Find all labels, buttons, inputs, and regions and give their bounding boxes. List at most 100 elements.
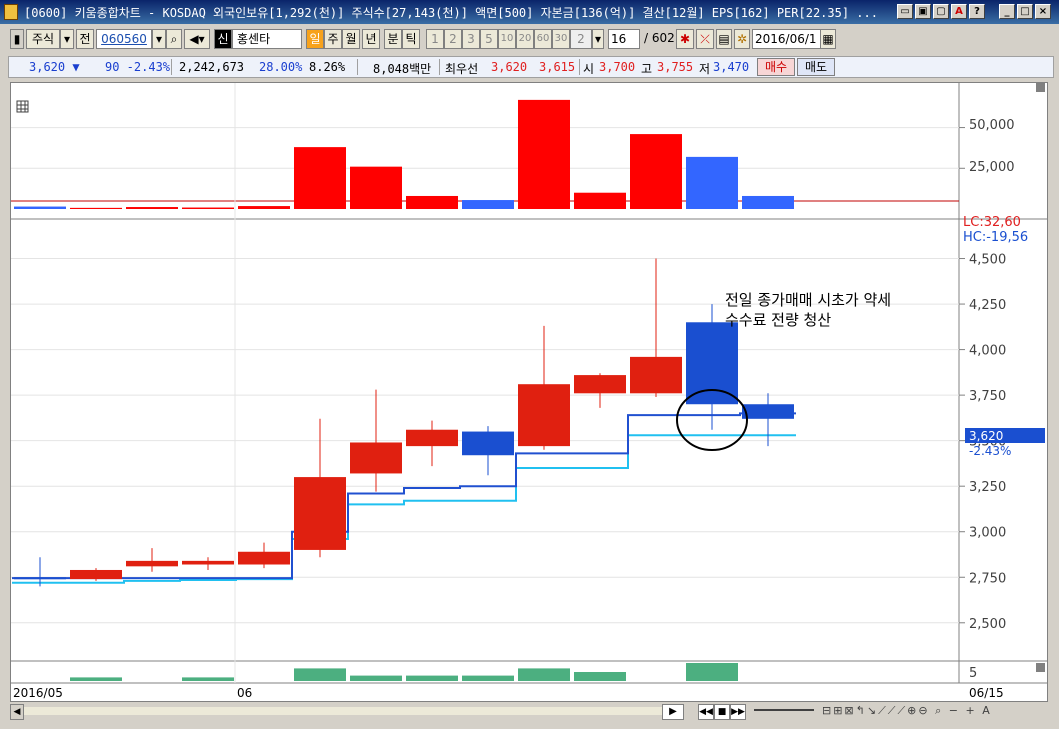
count-input[interactable]: 16 — [608, 29, 640, 49]
annotation-line-1: 전일 종가매매 시초가 약세 — [725, 291, 891, 309]
window-title-bar: [0600] 키움종합차트 - KOSDAQ 외국인보유[1,292(천)] 주… — [0, 0, 1059, 24]
interval-2[interactable]: 2 — [444, 29, 462, 49]
calendar-icon[interactable]: ▦ — [820, 29, 836, 49]
candle-body — [182, 560, 234, 565]
period-tick[interactable]: 틱 — [402, 29, 420, 49]
high-price: 3,755 — [657, 60, 694, 74]
price-tick-label: 4,250 — [969, 298, 1006, 313]
stock-code-input[interactable]: 060560 — [96, 29, 152, 49]
interval-3[interactable]: 3 — [462, 29, 480, 49]
prev-button[interactable]: 전 — [76, 29, 94, 49]
scroll-left-icon[interactable]: ◀ — [10, 704, 24, 720]
ratio-2: 8.26% — [309, 60, 346, 74]
interval-5[interactable]: 5 — [480, 29, 498, 49]
forward-icon[interactable]: ▶▶ — [730, 704, 746, 720]
panel-scroll-up-icon[interactable] — [1036, 83, 1045, 92]
tool-icon-1[interactable]: ✱ — [676, 29, 694, 49]
candle-body — [462, 431, 514, 456]
period-year[interactable]: 년 — [362, 29, 380, 49]
indicator-icon[interactable] — [16, 100, 29, 113]
period-minute[interactable]: 분 — [384, 29, 402, 49]
close-icon[interactable]: × — [1035, 4, 1051, 19]
top-volume-bar — [462, 200, 514, 209]
period-week[interactable]: 주 — [324, 29, 342, 49]
top-volume-bar — [518, 99, 570, 209]
sell-button[interactable]: 매도 — [797, 58, 835, 76]
candle-body — [742, 404, 794, 419]
candle-body — [294, 477, 346, 550]
best-ask: 3,620 — [491, 60, 528, 74]
zoom-slider[interactable] — [754, 709, 814, 711]
panel-scroll-icon-2[interactable] — [1036, 663, 1045, 672]
tool-icon-2[interactable]: ⤫ — [696, 29, 714, 49]
interval-1[interactable]: 1 — [426, 29, 444, 49]
top-volume-bar — [294, 147, 346, 209]
candle-body — [70, 569, 122, 580]
trade-volume: 2,242,673 — [179, 60, 245, 74]
bottom-indicator-bar — [518, 668, 570, 681]
price-tick-label: 4,500 — [969, 253, 1006, 268]
bottom-indicator-bar — [70, 677, 122, 681]
interval-20[interactable]: 20 — [516, 29, 534, 49]
top-volume-bar — [126, 207, 178, 209]
window-icon-1[interactable]: ▭ — [897, 4, 913, 19]
stop-icon[interactable]: ■ — [714, 704, 730, 720]
current-price: 3,620 ▼ — [29, 60, 80, 74]
quote-bar: 3,620 ▼ 90 -2.43% 2,242,673 28.00% 8.26%… — [8, 56, 1054, 78]
candle-body — [630, 356, 682, 394]
chart-area[interactable]: 4,5004,2504,0003,7503,5003,2503,0002,750… — [10, 82, 1048, 702]
top-volume-bar — [350, 166, 402, 209]
market-select[interactable]: 주식 — [26, 29, 60, 49]
bottom-indicator-bar — [686, 663, 738, 681]
toolbar: ▮ 주식 ▾ 전 060560 ▾ ⌕ ◀▾ 신 홍센타 일 주 월 년 분 틱… — [0, 26, 1059, 54]
code-dropdown-icon[interactable]: ▾ — [152, 29, 166, 49]
x-label-month-may: 2016/05 — [13, 686, 63, 700]
interval-10[interactable]: 10 — [498, 29, 516, 49]
period-day[interactable]: 일 — [306, 29, 324, 49]
candle-body — [574, 375, 626, 394]
total-count: / 602 — [644, 31, 675, 45]
best-bid: 3,615 — [539, 60, 576, 74]
low-label: 저 — [699, 62, 711, 76]
gear-icon[interactable]: ✲ — [734, 29, 750, 49]
ratio-1: 28.00% — [259, 60, 303, 74]
candle-body — [518, 384, 570, 447]
scroll-right-icon[interactable]: ▶ — [662, 704, 684, 720]
open-label: 시 — [583, 62, 595, 76]
chart-svg[interactable]: 4,5004,2504,0003,7503,5003,2503,0002,750… — [11, 83, 1047, 701]
open-price: 3,700 — [599, 60, 636, 74]
interval-30[interactable]: 30 — [552, 29, 570, 49]
h-scrollbar[interactable] — [24, 707, 664, 715]
interval-dropdown-icon[interactable]: ▾ — [592, 29, 604, 49]
rewind-icon[interactable]: ◀◀ — [698, 704, 714, 720]
search-icon[interactable]: ⌕ — [166, 29, 182, 49]
date-input[interactable]: 2016/06/1 — [752, 29, 822, 49]
print-icon[interactable]: A — [951, 4, 967, 19]
sound-icon[interactable]: ◀▾ — [184, 29, 210, 49]
period-month[interactable]: 월 — [342, 29, 360, 49]
maximize-icon[interactable]: □ — [1017, 4, 1033, 19]
tool-icon-3[interactable]: ▤ — [716, 29, 732, 49]
current-change-label: -2.43% — [969, 444, 1011, 458]
help-icon[interactable]: ? — [969, 4, 985, 19]
interval-custom[interactable]: 2 — [570, 29, 592, 49]
price-tick-label: 3,000 — [969, 526, 1006, 541]
drawing-tools[interactable]: ⊟⊞⊠↰↘⟋⟋⟋⊕⊖ ⌕ − + A — [822, 704, 1042, 718]
interval-60[interactable]: 60 — [534, 29, 552, 49]
app-icon — [4, 4, 18, 20]
window-icon-2[interactable]: ▣ — [915, 4, 931, 19]
window-title: [0600] 키움종합차트 - KOSDAQ 외국인보유[1,292(천)] 주… — [24, 6, 878, 20]
trade-amount: 8,048백만 — [373, 62, 432, 76]
candle-body — [238, 551, 290, 565]
candle-body — [350, 442, 402, 474]
top-volume-bar — [630, 134, 682, 209]
top-volume-bar — [574, 192, 626, 209]
market-dropdown-icon[interactable]: ▾ — [60, 29, 74, 49]
buy-button[interactable]: 매수 — [757, 58, 795, 76]
window-icon-3[interactable]: ▢ — [933, 4, 949, 19]
price-tick-label: 2,750 — [969, 571, 1006, 586]
minimize-icon[interactable]: _ — [999, 4, 1015, 19]
menu-icon[interactable]: ▮ — [10, 29, 24, 49]
x-label-last-date: 06/15 — [969, 686, 1004, 700]
top-volume-bar — [182, 207, 234, 209]
